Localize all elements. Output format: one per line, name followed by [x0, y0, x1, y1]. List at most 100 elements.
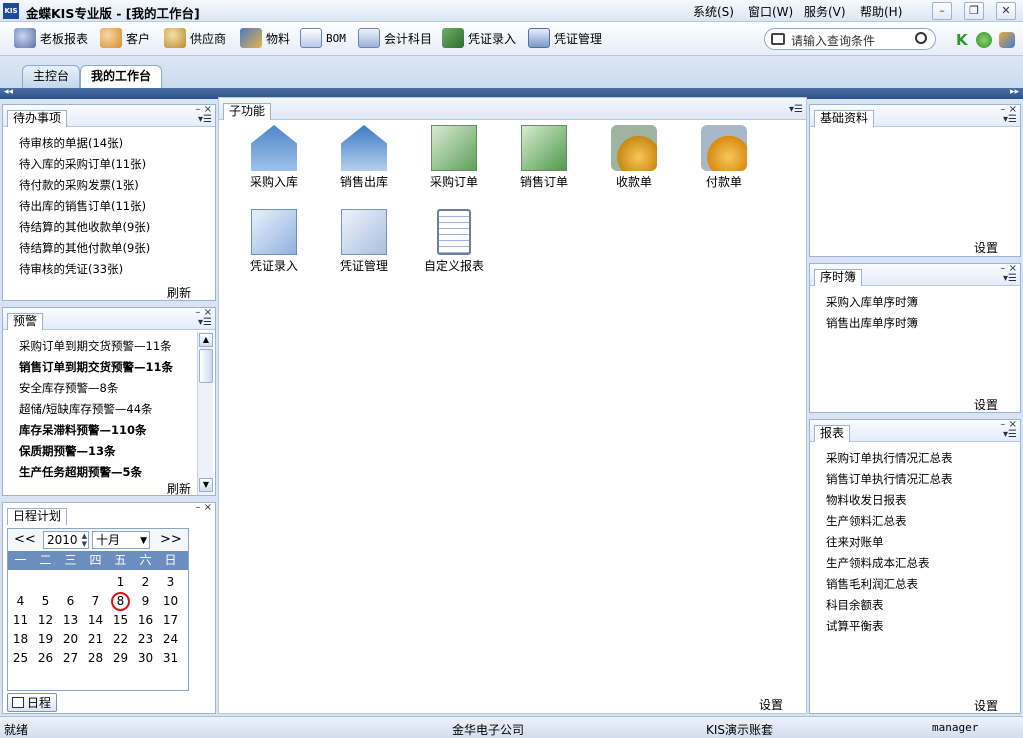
alert-item[interactable]: 库存呆滞料预警—110条 [19, 420, 173, 441]
func-voucher-entry[interactable]: 凭证录入 [239, 209, 309, 274]
calendar-day[interactable]: 6 [58, 592, 83, 611]
calendar-day-today[interactable]: 8 [111, 592, 130, 611]
toolbar-supplier-button[interactable]: 供应商 [164, 27, 226, 49]
scroll-up-icon[interactable]: ▲ [199, 333, 213, 347]
todo-item[interactable]: 待出库的销售订单(11张) [19, 196, 150, 217]
calendar-day[interactable]: 17 [158, 611, 183, 630]
menu-system[interactable]: 系统(S) [693, 3, 734, 20]
functions-settings-link[interactable]: 设置 [759, 696, 783, 713]
panel-controls[interactable]: – × ▾☰ [1000, 420, 1017, 440]
minimize-button[interactable]: – [932, 2, 952, 20]
calendar-day[interactable]: 18 [8, 630, 33, 649]
report-item[interactable]: 物料收发日报表 [826, 490, 953, 511]
alert-item[interactable]: 采购订单到期交货预警—11条 [19, 336, 173, 357]
scroll-thumb[interactable] [199, 349, 213, 383]
menu-window[interactable]: 窗口(W) [748, 3, 793, 20]
calendar-day[interactable]: 3 [158, 573, 183, 592]
func-custom-report[interactable]: 自定义报表 [419, 209, 489, 274]
func-sales-outbound[interactable]: 销售出库 [329, 125, 399, 190]
panel-menu-icon[interactable]: ▾☰ [1003, 429, 1017, 440]
calendar-day[interactable]: 14 [83, 611, 108, 630]
alert-item[interactable]: 安全库存预警—8条 [19, 378, 173, 399]
calendar-day[interactable]: 9 [133, 592, 158, 611]
panel-controls[interactable]: – × ▾☰ [195, 308, 212, 328]
chevron-down-icon[interactable]: ▼ [140, 533, 147, 549]
spinner-arrows-icon[interactable]: ▲ ▼ [82, 532, 87, 548]
todo-item[interactable]: 待结算的其他付款单(9张) [19, 238, 150, 259]
toolbar-voucher-manage-button[interactable]: 凭证管理 [528, 27, 602, 49]
calendar-day[interactable]: 22 [108, 630, 133, 649]
search-icon[interactable] [915, 32, 927, 44]
calendar-day[interactable]: 20 [58, 630, 83, 649]
func-voucher-manage[interactable]: 凭证管理 [329, 209, 399, 274]
calendar-day[interactable]: 25 [8, 649, 33, 668]
toolbar-bom-button[interactable]: BOM [300, 27, 346, 49]
panel-menu-icon[interactable]: ▾☰ [1003, 114, 1017, 125]
schedule-button[interactable]: 日程 [7, 693, 57, 712]
toolbar-voucher-entry-button[interactable]: 凭证录入 [442, 27, 516, 49]
tab-my-workbench[interactable]: 我的工作台 [80, 65, 162, 88]
calendar-day[interactable]: 27 [58, 649, 83, 668]
calendar-day[interactable]: 24 [158, 630, 183, 649]
report-item[interactable]: 科目余额表 [826, 595, 953, 616]
report-item[interactable]: 往来对账单 [826, 532, 953, 553]
calendar-day[interactable]: 26 [33, 649, 58, 668]
next-month-button[interactable]: >> [160, 532, 182, 547]
alert-item[interactable]: 生产任务超期预警—5条 [19, 462, 173, 483]
calendar-day[interactable]: 12 [33, 611, 58, 630]
toolbar-material-button[interactable]: 物料 [240, 27, 290, 49]
alert-item[interactable]: 保质期预警—13条 [19, 441, 173, 462]
func-payment[interactable]: 付款单 [689, 125, 759, 190]
calendar-day[interactable]: 15 [108, 611, 133, 630]
calendar-day[interactable]: 19 [33, 630, 58, 649]
month-select[interactable]: 十月 ▼ [92, 531, 150, 549]
panel-menu-icon[interactable]: ▾☰ [1003, 273, 1017, 284]
todo-item[interactable]: 待入库的采购订单(11张) [19, 154, 150, 175]
func-purchase-order[interactable]: 采购订单 [419, 125, 489, 190]
collapse-left-icon[interactable]: ◂◂ [4, 87, 13, 97]
calendar-day[interactable]: 31 [158, 649, 183, 668]
todo-item[interactable]: 待审核的单据(14张) [19, 133, 150, 154]
reports-settings-link[interactable]: 设置 [974, 697, 998, 714]
func-receipt[interactable]: 收款单 [599, 125, 669, 190]
report-item[interactable]: 生产领料成本汇总表 [826, 553, 953, 574]
toolbar-customer-button[interactable]: 客户 [100, 27, 150, 49]
calendar-day[interactable]: 11 [8, 611, 33, 630]
journal-settings-link[interactable]: 设置 [974, 396, 998, 413]
menu-service[interactable]: 服务(V) [804, 3, 846, 20]
restore-button[interactable]: ❐ [964, 2, 984, 20]
alert-item[interactable]: 超储/短缺库存预警—44条 [19, 399, 173, 420]
todo-item[interactable]: 待审核的凭证(33张) [19, 259, 150, 280]
basic-settings-link[interactable]: 设置 [974, 239, 998, 256]
calendar-day[interactable]: 7 [83, 592, 108, 611]
calendar-day[interactable]: 30 [133, 649, 158, 668]
func-purchase-inbound[interactable]: 采购入库 [239, 125, 309, 190]
toolbar-accounts-button[interactable]: 会计科目 [358, 27, 432, 49]
calendar-day[interactable]: 21 [83, 630, 108, 649]
report-item[interactable]: 试算平衡表 [826, 616, 953, 637]
scroll-down-icon[interactable]: ▼ [199, 478, 213, 492]
report-item[interactable]: 销售订单执行情况汇总表 [826, 469, 953, 490]
collapse-right-icon[interactable]: ▸▸ [1010, 87, 1019, 97]
alert-refresh-link[interactable]: 刷新 [167, 480, 191, 497]
panel-menu-icon[interactable]: ▾☰ [198, 114, 212, 125]
func-sales-order[interactable]: 销售订单 [509, 125, 579, 190]
panel-menu-icon[interactable]: ▾☰ [789, 105, 803, 115]
panel-minimize-icon[interactable]: – [195, 502, 200, 513]
report-item[interactable]: 销售毛利润汇总表 [826, 574, 953, 595]
calendar-day[interactable]: 28 [83, 649, 108, 668]
toolbar-boss-report-button[interactable]: 老板报表 [14, 27, 88, 49]
calendar-day[interactable]: 10 [158, 592, 183, 611]
todo-refresh-link[interactable]: 刷新 [167, 284, 191, 301]
search-input[interactable]: 请输入查询条件 [764, 28, 936, 50]
tab-main-console[interactable]: 主控台 [22, 65, 80, 88]
calendar-day[interactable]: 13 [58, 611, 83, 630]
calendar-day[interactable]: 23 [133, 630, 158, 649]
panel-controls[interactable]: – × ▾☰ [195, 105, 212, 125]
calendar-day[interactable]: 2 [133, 573, 158, 592]
calendar-day[interactable]: 4 [8, 592, 33, 611]
journal-item[interactable]: 销售出库单序时簿 [826, 313, 918, 334]
panel-controls[interactable]: – × ▾☰ [1000, 264, 1017, 284]
prev-month-button[interactable]: << [14, 532, 36, 547]
journal-item[interactable]: 采购入库单序时簿 [826, 292, 918, 313]
